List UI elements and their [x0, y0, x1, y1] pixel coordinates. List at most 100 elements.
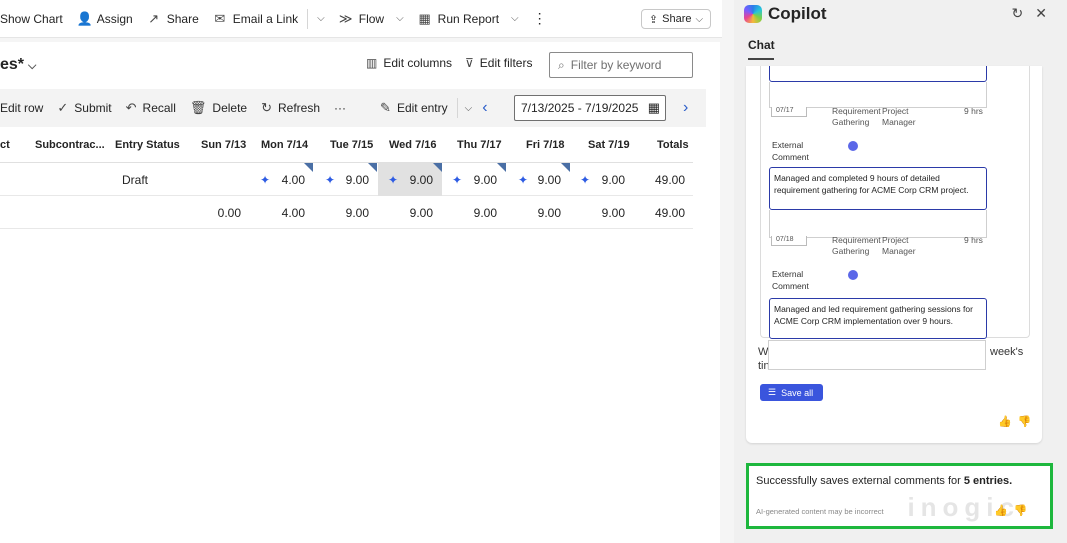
recall-icon: ↶	[125, 100, 137, 115]
time-entry-grid: ct Subcontrac... Entry Status Sun 7/13 M…	[0, 127, 693, 229]
flow-label: Flow	[358, 11, 385, 26]
email-link-dropdown[interactable]: ⌵	[310, 0, 332, 38]
edit-filters-button[interactable]: ⊽ Edit filters	[465, 56, 532, 70]
comment-textbox[interactable]	[769, 66, 987, 82]
thu-hours-value: 9.00	[473, 172, 497, 187]
edit-entry-button[interactable]: ✎ Edit entry	[373, 89, 455, 127]
ai-disclaimer: AI-generated content may be incorrect	[756, 507, 884, 516]
submit-button[interactable]: ✓ Submit	[50, 89, 118, 127]
column-header-tue[interactable]: Tue 7/15	[330, 139, 373, 151]
thumbs-up-icon[interactable]: 👍	[994, 504, 1008, 517]
chevron-left-icon: ‹	[482, 99, 488, 116]
column-header-sun[interactable]: Sun 7/13	[201, 139, 246, 151]
external-comment-label: External Comment	[772, 269, 809, 291]
more-commands-button[interactable]: ⋮	[526, 0, 554, 38]
wed-hours-cell[interactable]: ✦ 9.00	[378, 163, 442, 196]
comment-indicator	[368, 163, 377, 172]
recall-button[interactable]: ↶ Recall	[119, 89, 183, 127]
refresh-icon[interactable]: ↻	[1012, 5, 1024, 22]
flow-icon: ≫	[338, 10, 353, 26]
table-row[interactable]: Draft ✦ 4.00 ✦ 9.00 ✦ 9.00 ✦ 9.00 ✦ 9.00 ✦ 9.0…	[0, 163, 693, 196]
chat-response-card: 07/17 Requirement Gathering Project Mana…	[746, 66, 1042, 443]
delete-button[interactable]: 🗑 Delete	[183, 89, 254, 127]
column-header-fri[interactable]: Fri 7/18	[526, 139, 565, 151]
flow-button[interactable]: ≫ Flow ⌵	[332, 0, 411, 38]
column-header-thu[interactable]: Thu 7/17	[457, 139, 502, 151]
thumbs-down-icon[interactable]: 👎	[1014, 504, 1028, 517]
email-icon: ✉	[214, 10, 226, 26]
grid-toolbar: Edit row ✓ Submit ↶ Recall 🗑 Delete ↻ Refres…	[0, 89, 706, 127]
result-count: 5 entries.	[963, 475, 1013, 487]
share-command-button[interactable]: ↗ Share	[140, 0, 206, 38]
refresh-icon: ↻	[261, 100, 272, 115]
next-week-button[interactable]: ›	[676, 89, 695, 127]
previous-week-button[interactable]: ‹	[477, 89, 492, 127]
share-button[interactable]: ⇪ Share ⌵	[641, 9, 711, 29]
fri-hours-cell[interactable]: ✦ 9.00	[506, 163, 570, 196]
comment-indicator	[497, 163, 506, 172]
chevron-right-icon: ›	[683, 99, 689, 116]
save-all-button[interactable]: ☰ Save all	[760, 384, 823, 401]
more-actions-button[interactable]: ···	[327, 89, 353, 127]
comment-indicator	[304, 163, 313, 172]
date-range-value: 7/13/2025 - 7/19/2025	[521, 101, 639, 115]
thumbs-down-icon[interactable]: 👎	[1018, 415, 1032, 428]
run-report-button[interactable]: ▦ Run Report ⌵	[411, 0, 526, 38]
column-header-subcontractor[interactable]: Subcontrac...	[35, 139, 105, 151]
tue-hours-cell[interactable]: ✦ 9.00	[313, 163, 377, 196]
external-comment-textbox[interactable]: Managed and led requirement gathering se…	[769, 298, 987, 339]
column-header-sat[interactable]: Sat 7/19	[588, 139, 630, 151]
copilot-logo-icon	[744, 5, 762, 23]
date-range-picker[interactable]: 7/13/2025 - 7/19/2025 ▦	[514, 95, 666, 121]
result-message: Successfully saves external comments for…	[756, 475, 1012, 487]
copilot-sparkle-icon: ✦	[325, 172, 336, 187]
chevron-down-icon: ⌵	[317, 13, 325, 24]
column-header-project[interactable]: ct	[0, 139, 10, 151]
tab-chat[interactable]: Chat	[748, 38, 775, 52]
external-comment-textbox[interactable]: Managed and completed 9 hours of detaile…	[769, 167, 987, 210]
email-link-button[interactable]: ✉ Email a Link	[206, 0, 305, 38]
comment-indicator	[561, 163, 570, 172]
column-header-wed[interactable]: Wed 7/16	[389, 139, 437, 151]
recall-label: Recall	[142, 101, 176, 115]
thu-hours-cell[interactable]: ✦ 9.00	[442, 163, 506, 196]
edit-filters-label: Edit filters	[479, 56, 533, 70]
column-header-entry-status[interactable]: Entry Status	[115, 139, 180, 151]
filter-placeholder: Filter by keyword	[570, 58, 662, 72]
view-title: es*	[0, 56, 25, 73]
copilot-sparkle-icon: ✦	[452, 172, 463, 187]
thumbs-up-icon[interactable]: 👍	[998, 415, 1012, 428]
entry-hours: 9 hrs	[964, 235, 983, 245]
copilot-pane: Copilot ↻ ✕ Chat 07/17 Requirement Gathe…	[734, 0, 1067, 543]
main-panel: es* ⌵ ▥ Edit columns ⊽ Edit filters ⌕ Filter…	[0, 42, 720, 543]
refresh-label: Refresh	[278, 101, 321, 115]
ai-generated-icon	[848, 141, 858, 151]
edit-columns-button[interactable]: ▥ Edit columns	[366, 56, 452, 70]
ai-generated-icon	[848, 270, 858, 280]
copilot-sparkle-icon: ✦	[518, 172, 529, 187]
wed-hours-value: 9.00	[409, 172, 433, 187]
trash-icon: 🗑	[189, 100, 207, 115]
share-button-label: Share	[662, 13, 692, 25]
chevron-down-icon: ⌵	[396, 13, 404, 24]
filter-icon: ⊽	[465, 56, 474, 70]
show-chart-button[interactable]: Show Chart	[0, 0, 70, 38]
response-text-end: week's	[990, 346, 1024, 358]
copilot-title: Copilot	[768, 4, 827, 23]
assign-button[interactable]: 👤 Assign	[70, 0, 140, 38]
edit-row-button[interactable]: Edit row	[0, 89, 50, 127]
chevron-down-icon: ⌵	[28, 60, 37, 72]
feedback-buttons: 👍 👎	[998, 415, 1031, 428]
report-icon: ▦	[418, 10, 431, 26]
sat-hours-cell[interactable]: ✦ 9.00	[570, 163, 634, 196]
mon-hours-cell[interactable]: ✦ 4.00	[250, 163, 313, 196]
column-header-mon[interactable]: Mon 7/14	[261, 139, 308, 151]
refresh-button[interactable]: ↻ Refresh	[254, 89, 327, 127]
filter-keyword-input[interactable]: ⌕ Filter by keyword	[549, 52, 693, 78]
view-selector[interactable]: es* ⌵	[0, 56, 36, 74]
entry-date: 07/17	[771, 107, 807, 117]
run-report-label: Run Report	[437, 11, 500, 26]
edit-entry-dropdown[interactable]: ⌵	[460, 89, 478, 127]
column-header-totals[interactable]: Totals	[657, 139, 689, 151]
close-icon[interactable]: ✕	[1035, 5, 1047, 22]
